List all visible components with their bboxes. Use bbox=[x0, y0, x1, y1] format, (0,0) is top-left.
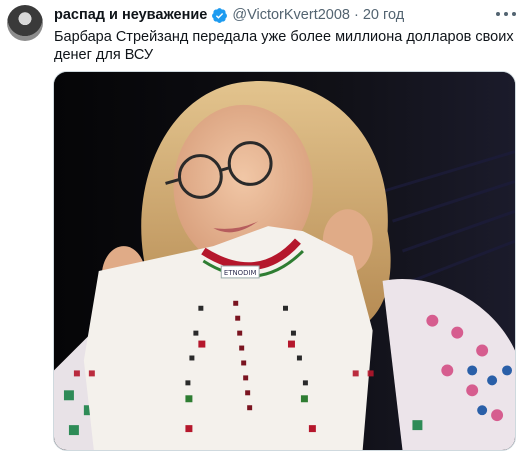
verified-badge-icon bbox=[212, 7, 228, 23]
tweet-text: Барбара Стрейзанд передала уже более мил… bbox=[54, 29, 514, 63]
photo-woman-holding-embroidered-shirt: ETNODIM bbox=[54, 72, 515, 450]
author-handle[interactable]: @VictorKvert2008 bbox=[232, 7, 350, 23]
tweet-photo[interactable]: ETNODIM bbox=[53, 71, 516, 451]
avatar[interactable] bbox=[7, 5, 43, 41]
more-options-icon[interactable] bbox=[496, 6, 516, 22]
separator-dot: · bbox=[353, 7, 359, 23]
tweet-header: распад и неуважение @VictorKvert2008 · 2… bbox=[54, 5, 492, 25]
author-name[interactable]: распад и неуважение bbox=[54, 7, 207, 23]
tweet-timestamp[interactable]: 20 год bbox=[363, 7, 404, 23]
shirt-tag-text: ETNODIM bbox=[224, 269, 257, 277]
tweet: распад и неуважение @VictorKvert2008 · 2… bbox=[0, 0, 528, 457]
